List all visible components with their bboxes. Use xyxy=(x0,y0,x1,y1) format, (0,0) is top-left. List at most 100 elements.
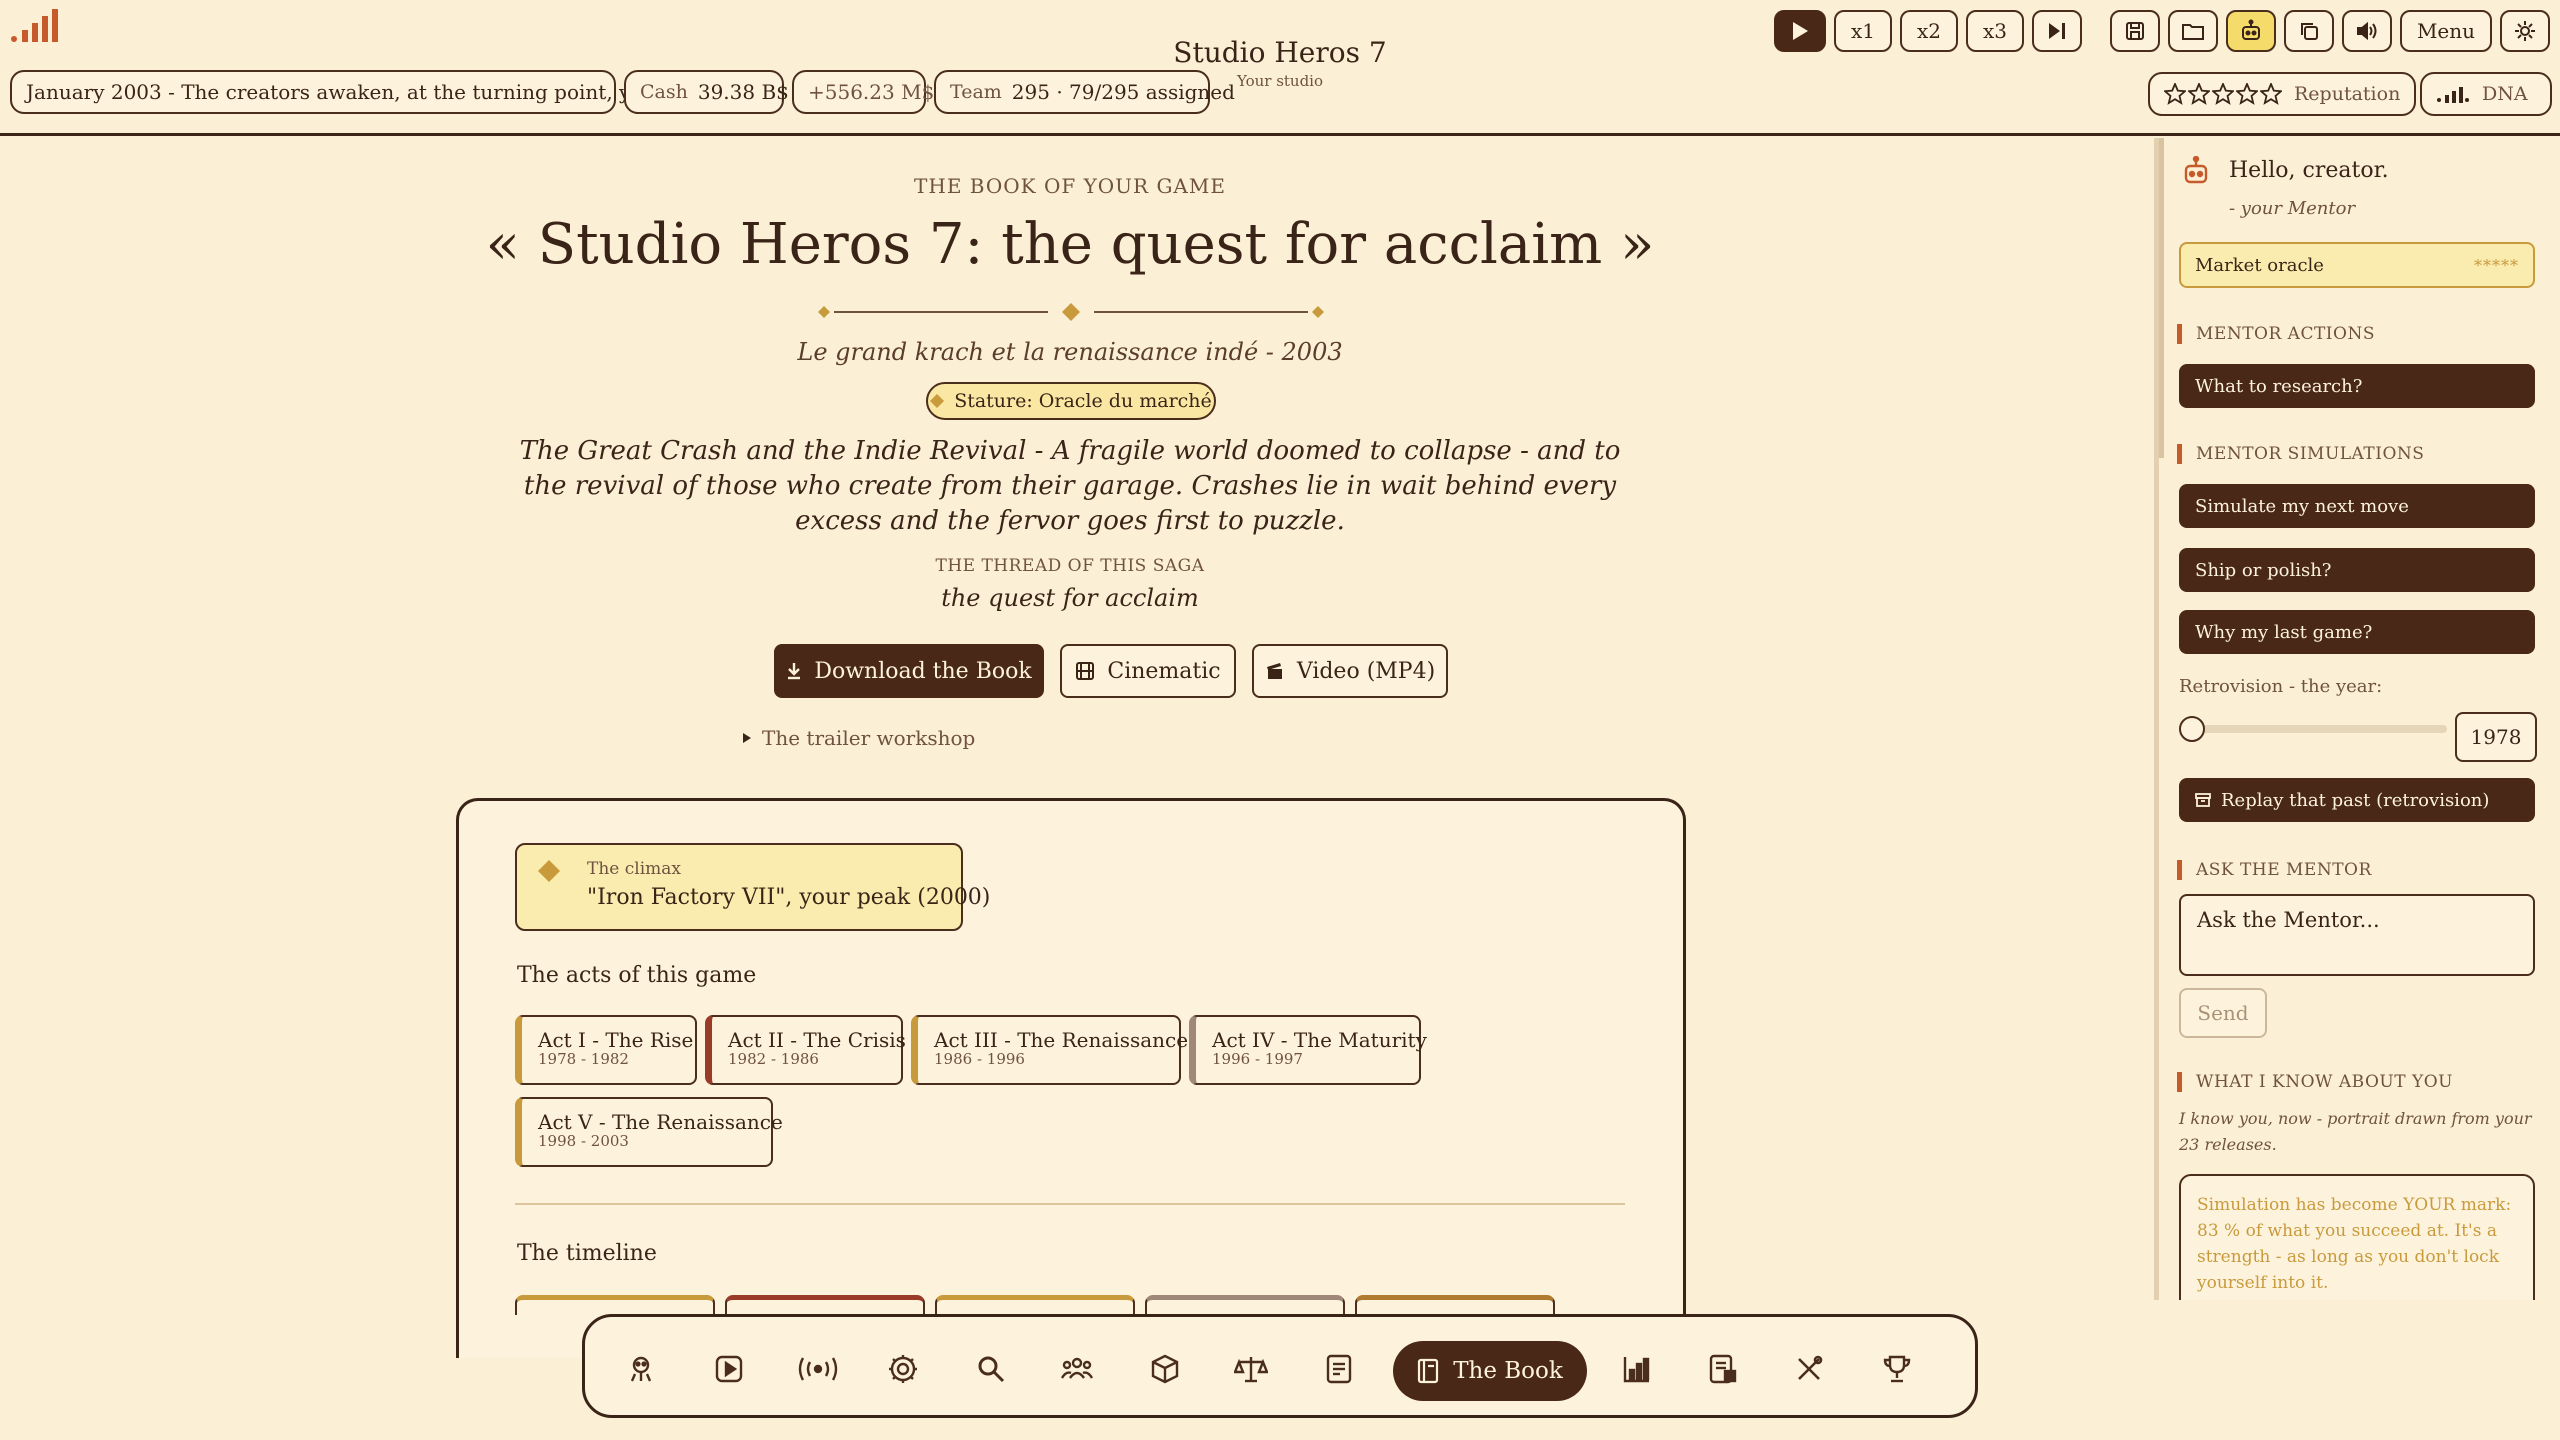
star-icon xyxy=(2188,83,2210,105)
copy-button[interactable] xyxy=(2284,10,2334,52)
team-label: Team xyxy=(950,81,1002,103)
speed-x3-button[interactable]: x3 xyxy=(1966,10,2024,52)
scales-icon xyxy=(1234,1354,1268,1384)
trailer-label: The trailer workshop xyxy=(762,726,976,750)
retrovision-year-input[interactable]: 1978 xyxy=(2455,712,2537,762)
book-summary: The Great Crash and the Indie Revival - … xyxy=(519,436,1621,536)
act-chip[interactable]: Act IV - The Maturity 1996 - 1997 xyxy=(1189,1015,1427,1085)
trailer-workshop-toggle[interactable]: The trailer workshop xyxy=(742,726,975,750)
open-folder-button[interactable] xyxy=(2168,10,2218,52)
film-icon xyxy=(1075,661,1095,681)
book-title: « Studio Heros 7: the quest for acclaim … xyxy=(485,212,1655,277)
mentor-actions-heading: MENTOR ACTIONS xyxy=(2177,324,2375,344)
dock-report-button[interactable] xyxy=(1705,1351,1741,1387)
reputation-label: Reputation xyxy=(2294,83,2401,105)
thread-text: the quest for acclaim xyxy=(941,584,1199,612)
search-icon xyxy=(976,1354,1006,1384)
dock-trophy-button[interactable] xyxy=(1879,1351,1915,1387)
replay-label: Replay that past (retrovision) xyxy=(2221,789,2490,811)
cinematic-button[interactable]: Cinematic xyxy=(1060,644,1236,698)
dock-play-button[interactable] xyxy=(711,1351,747,1387)
download-label: Download the Book xyxy=(814,658,1032,684)
dock-settings-button[interactable] xyxy=(885,1351,921,1387)
what-i-know-heading: WHAT I KNOW ABOUT YOU xyxy=(2177,1072,2453,1092)
save-icon xyxy=(2124,20,2146,42)
replay-past-button[interactable]: Replay that past (retrovision) xyxy=(2179,778,2535,822)
download-icon xyxy=(786,662,802,680)
mentor-toggle-button[interactable] xyxy=(2226,10,2276,52)
timeline-item[interactable] xyxy=(1145,1295,1345,1315)
date-text: January 2003 - The creators awaken, at t… xyxy=(26,80,683,104)
dock-notes-button[interactable] xyxy=(1321,1351,1357,1387)
act-title: Act III - The Renaissance xyxy=(934,1028,1189,1052)
dock-team-button[interactable] xyxy=(1059,1351,1095,1387)
why-last-game-button[interactable]: Why my last game? xyxy=(2179,610,2535,654)
dna-pill[interactable]: DNA xyxy=(2420,72,2552,116)
dock-the-book-button[interactable]: The Book xyxy=(1393,1341,1587,1401)
insight-box: Simulation has become YOUR mark: 83 % of… xyxy=(2179,1174,2535,1300)
skip-button[interactable] xyxy=(2032,10,2082,52)
timeline-item[interactable] xyxy=(515,1295,715,1315)
retrovision-slider[interactable] xyxy=(2179,714,2447,744)
badge-stars: ***** xyxy=(2474,255,2519,275)
save-button[interactable] xyxy=(2110,10,2160,52)
act-chip[interactable]: Act V - The Renaissance 1998 - 2003 xyxy=(515,1097,783,1167)
mentor-simulations-heading: MENTOR SIMULATIONS xyxy=(2177,444,2424,464)
speed-x2-button[interactable]: x2 xyxy=(1900,10,1958,52)
gear-icon xyxy=(2514,20,2536,42)
act-title: Act V - The Renaissance xyxy=(538,1110,783,1134)
settings-button[interactable] xyxy=(2500,10,2550,52)
dock-search-button[interactable] xyxy=(973,1351,1009,1387)
act-chip[interactable]: Act I - The Rise 1978 - 1982 xyxy=(515,1015,697,1085)
app-title: Studio Heros 7 xyxy=(1173,36,1387,69)
video-mp4-button[interactable]: Video (MP4) xyxy=(1252,644,1448,698)
bottom-dock: The Book xyxy=(582,1314,1978,1418)
act-chip[interactable]: Act II - The Crisis 1982 - 1986 xyxy=(705,1015,906,1085)
book-kicker: THE BOOK OF YOUR GAME xyxy=(914,174,1226,198)
dna-icon xyxy=(2436,85,2470,103)
dock-studio-button[interactable] xyxy=(623,1351,659,1387)
simulate-next-move-button[interactable]: Simulate my next move xyxy=(2179,484,2535,528)
timeline-item[interactable] xyxy=(725,1295,925,1315)
cinematic-label: Cinematic xyxy=(1107,658,1221,684)
menu-button[interactable]: Menu xyxy=(2400,10,2492,52)
cash-pill: Cash 39.38 B$ xyxy=(624,70,789,114)
skip-icon xyxy=(2047,21,2067,41)
research-label: What to research? xyxy=(2195,375,2363,397)
team-pill[interactable]: Team 295 · 79/295 assigned xyxy=(934,70,1235,114)
dock-broadcast-button[interactable] xyxy=(793,1351,843,1387)
mentor-greeting: Hello, creator. xyxy=(2229,158,2389,183)
play-square-icon xyxy=(714,1354,744,1384)
what-to-research-button[interactable]: What to research? xyxy=(2179,364,2535,408)
archive-icon xyxy=(2195,792,2211,808)
speed-x1-button[interactable]: x1 xyxy=(1834,10,1892,52)
robot-icon xyxy=(2239,19,2263,43)
act-years: 1996 - 1997 xyxy=(1212,1050,1303,1068)
know-text: I know you, now - portrait drawn from yo… xyxy=(2179,1109,2532,1154)
act-chip[interactable]: Act III - The Renaissance 1986 - 1996 xyxy=(911,1015,1189,1085)
market-oracle-badge: Market oracle ***** xyxy=(2179,242,2535,288)
video-label: Video (MP4) xyxy=(1296,658,1436,684)
timeline-item[interactable] xyxy=(1355,1295,1555,1315)
dock-tools-button[interactable] xyxy=(1791,1351,1827,1387)
send-button[interactable]: Send xyxy=(2179,988,2267,1038)
the-book-label: The Book xyxy=(1453,1358,1563,1384)
stature-text: Stature: Oracle du marché xyxy=(954,390,1212,412)
scrollbar-track[interactable] xyxy=(2159,138,2164,458)
slider-thumb[interactable] xyxy=(2179,716,2205,742)
document-icon xyxy=(1325,1354,1353,1384)
copy-icon xyxy=(2298,20,2320,42)
delta-pill: +556.23 M$ xyxy=(792,70,934,114)
ask-mentor-input[interactable]: Ask the Mentor... xyxy=(2179,894,2535,976)
reputation-pill[interactable]: Reputation xyxy=(2148,72,2416,116)
story-card: The climax "Iron Factory VII", your peak… xyxy=(456,798,1686,1358)
dock-balance-button[interactable] xyxy=(1233,1351,1269,1387)
sim-last-label: Why my last game? xyxy=(2195,621,2373,643)
sound-button[interactable] xyxy=(2342,10,2392,52)
timeline-item[interactable] xyxy=(935,1295,1135,1315)
download-book-button[interactable]: Download the Book xyxy=(774,644,1044,698)
ship-or-polish-button[interactable]: Ship or polish? xyxy=(2179,548,2535,592)
play-button[interactable] xyxy=(1774,10,1826,52)
dock-stats-button[interactable] xyxy=(1619,1351,1655,1387)
dock-product-button[interactable] xyxy=(1147,1351,1183,1387)
